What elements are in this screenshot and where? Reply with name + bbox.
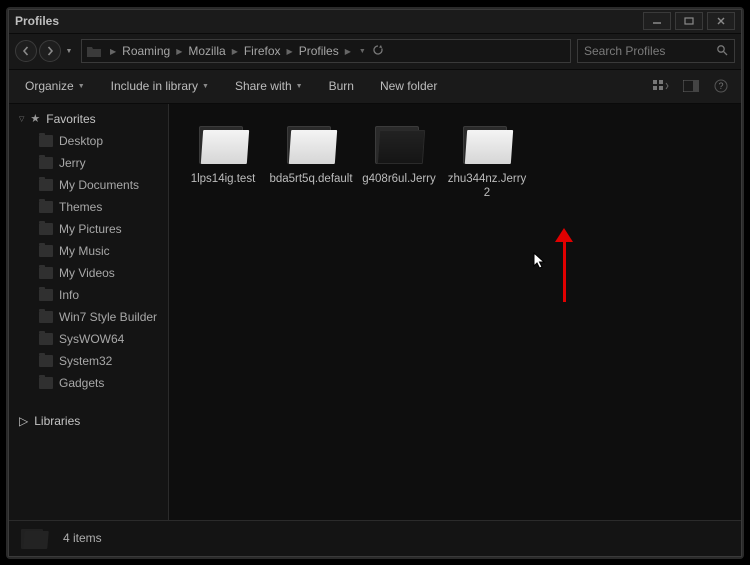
status-bar: 4 items	[9, 520, 741, 556]
folder-item[interactable]: bda5rt5q.default	[269, 122, 353, 186]
folder-icon	[39, 157, 53, 169]
folder-icon	[39, 311, 53, 323]
title-bar: Profiles	[9, 10, 741, 34]
svg-text:?: ?	[718, 81, 723, 91]
address-bar[interactable]: ▶ Roaming ▶ Mozilla ▶ Firefox ▶ Profiles…	[81, 39, 571, 63]
sidebar-item-my-documents[interactable]: My Documents	[9, 174, 168, 196]
status-text: 4 items	[63, 531, 102, 545]
breadcrumb-segment[interactable]: Firefox	[240, 44, 285, 58]
breadcrumb-segment[interactable]: Roaming	[118, 44, 174, 58]
chevron-down-icon: ▼	[202, 83, 209, 90]
libraries-header[interactable]: ▷ Libraries	[9, 410, 168, 432]
folder-item[interactable]: 1lps14ig.test	[181, 122, 265, 186]
new-folder-button[interactable]: New folder	[374, 75, 443, 97]
share-with-menu[interactable]: Share with▼	[229, 75, 309, 97]
collapse-icon: ▷	[19, 414, 28, 428]
maximize-button[interactable]	[675, 12, 703, 30]
sidebar-item-gadgets[interactable]: Gadgets	[9, 372, 168, 394]
folder-icon	[196, 122, 250, 166]
folder-icon	[39, 135, 53, 147]
close-button[interactable]	[707, 12, 735, 30]
annotation-arrow-icon	[555, 224, 575, 384]
help-button[interactable]: ?	[711, 76, 731, 96]
minimize-button[interactable]	[643, 12, 671, 30]
refresh-icon[interactable]	[372, 44, 384, 59]
organize-menu[interactable]: Organize▼	[19, 75, 91, 97]
folder-icon	[39, 377, 53, 389]
burn-button[interactable]: Burn	[323, 75, 360, 97]
chevron-right-icon: ▶	[343, 47, 353, 56]
breadcrumb-segment[interactable]: Profiles	[295, 44, 343, 58]
sidebar-item-my-videos[interactable]: My Videos	[9, 262, 168, 284]
sidebar-item-system32[interactable]: System32	[9, 350, 168, 372]
window-title: Profiles	[15, 14, 59, 28]
folder-icon	[372, 122, 426, 166]
nav-history-dropdown[interactable]: ▼	[63, 40, 75, 62]
command-toolbar: Organize▼ Include in library▼ Share with…	[9, 70, 741, 104]
sidebar-item-my-music[interactable]: My Music	[9, 240, 168, 262]
chevron-right-icon: ▶	[285, 47, 295, 56]
sidebar-item-info[interactable]: Info	[9, 284, 168, 306]
chevron-right-icon: ▶	[230, 47, 240, 56]
chevron-down-icon: ▼	[296, 83, 303, 90]
items-view[interactable]: 1lps14ig.test bda5rt5q.default g408r6ul.…	[169, 104, 741, 520]
sidebar-item-my-pictures[interactable]: My Pictures	[9, 218, 168, 240]
navigation-bar: ▼ ▶ Roaming ▶ Mozilla ▶ Firefox ▶ Profil…	[9, 34, 741, 70]
address-dropdown-icon[interactable]: ▼	[359, 48, 366, 55]
sidebar-item-win7-style-builder[interactable]: Win7 Style Builder	[9, 306, 168, 328]
explorer-body: ▽ ★ Favorites Desktop Jerry My Documents…	[9, 104, 741, 520]
folder-icon	[39, 267, 53, 279]
folder-item[interactable]: zhu344nz.Jerry2	[445, 122, 529, 201]
folder-icon	[39, 355, 53, 367]
search-icon	[716, 44, 728, 59]
item-label: g408r6ul.Jerry	[362, 172, 436, 186]
folder-icon	[284, 122, 338, 166]
item-label: 1lps14ig.test	[191, 172, 256, 186]
item-label: bda5rt5q.default	[269, 172, 352, 186]
back-button[interactable]	[15, 40, 37, 62]
folder-item[interactable]: g408r6ul.Jerry	[357, 122, 441, 186]
folder-icon	[460, 122, 514, 166]
favorites-header[interactable]: ▽ ★ Favorites	[9, 108, 168, 130]
search-input[interactable]: Search Profiles	[577, 39, 735, 63]
folder-icon	[39, 245, 53, 257]
sidebar-item-desktop[interactable]: Desktop	[9, 130, 168, 152]
breadcrumb-segment[interactable]: Mozilla	[184, 44, 229, 58]
mouse-cursor-icon	[533, 252, 547, 270]
include-in-library-menu[interactable]: Include in library▼	[105, 75, 215, 97]
item-label: zhu344nz.Jerry2	[445, 172, 529, 201]
sidebar-item-jerry[interactable]: Jerry	[9, 152, 168, 174]
folder-icon	[39, 333, 53, 345]
sidebar-item-syswow64[interactable]: SysWOW64	[9, 328, 168, 350]
chevron-right-icon: ▶	[108, 47, 118, 56]
sidebar-item-themes[interactable]: Themes	[9, 196, 168, 218]
explorer-window: Profiles ▼ ▶ Roaming ▶ Mozilla ▶	[8, 9, 742, 557]
preview-pane-button[interactable]	[681, 76, 701, 96]
collapse-icon: ▽	[19, 115, 24, 123]
navigation-pane: ▽ ★ Favorites Desktop Jerry My Documents…	[9, 104, 169, 520]
forward-button[interactable]	[39, 40, 61, 62]
chevron-right-icon: ▶	[174, 47, 184, 56]
folder-icon	[39, 223, 53, 235]
folder-icon	[21, 525, 49, 551]
change-view-button[interactable]	[651, 76, 671, 96]
folder-icon	[39, 289, 53, 301]
folder-icon	[86, 43, 102, 59]
folder-icon	[39, 201, 53, 213]
folder-icon	[39, 179, 53, 191]
search-placeholder: Search Profiles	[584, 44, 665, 58]
chevron-down-icon: ▼	[78, 83, 85, 90]
star-icon: ★	[30, 112, 40, 125]
